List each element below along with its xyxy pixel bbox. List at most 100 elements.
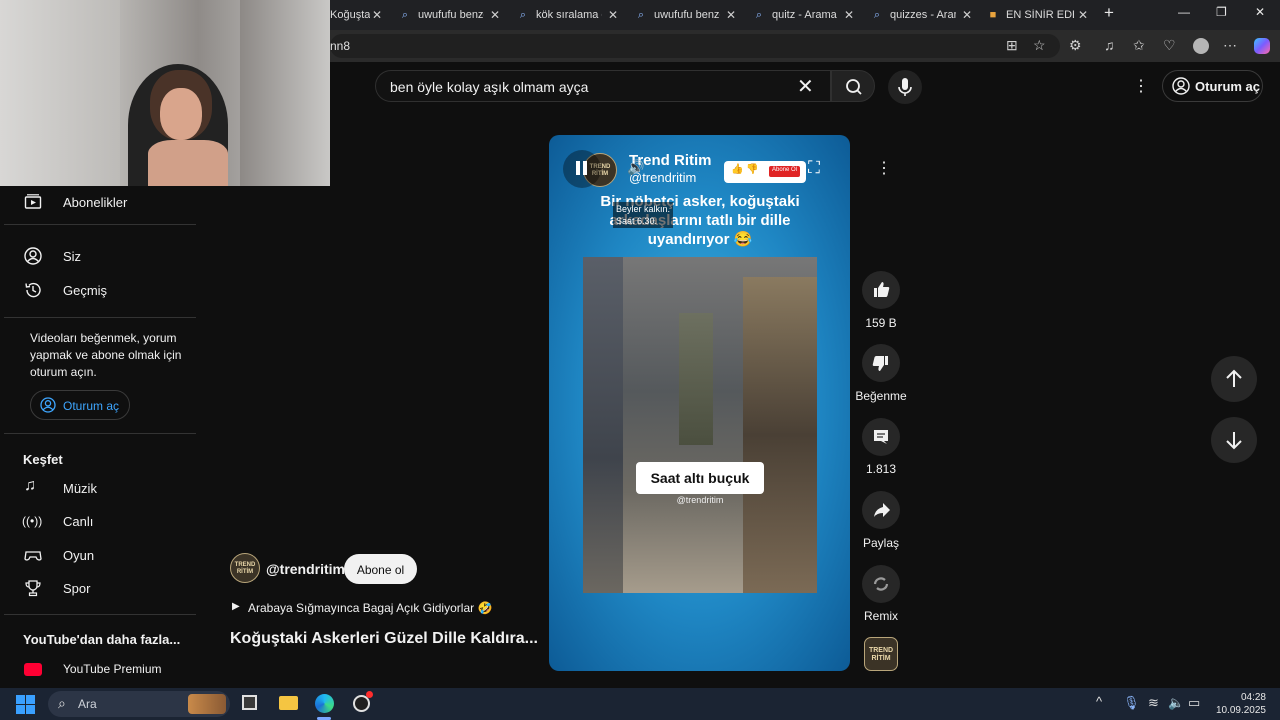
more-menu-icon[interactable]: ⋯	[1223, 37, 1237, 54]
share-icon	[874, 503, 890, 517]
wifi-icon[interactable]: ≋	[1148, 695, 1159, 711]
favorites-icon[interactable]: ✩	[1133, 37, 1145, 54]
music-link[interactable]: Arabaya Sığmayınca Bagaj Açık Gidiyorlar…	[248, 601, 492, 615]
speech-line: Saat 6.30.	[616, 216, 658, 226]
short-title[interactable]: Koğuştaki Askerleri Güzel Dille Kaldıra.…	[230, 630, 538, 648]
sign-in-button[interactable]: Oturum aç	[1162, 70, 1263, 102]
sidebar-item-sports[interactable]: Spor	[0, 572, 196, 604]
extensions-icon[interactable]: ⚙	[1069, 37, 1082, 54]
search-icon: ⌕	[519, 8, 527, 21]
browser-tab[interactable]: Koğuştaki ✕	[330, 4, 390, 26]
search-button[interactable]	[831, 70, 875, 102]
sidebar-item-history[interactable]: Geçmiş	[0, 274, 196, 306]
sidebar-item-premium[interactable]: YouTube Premium	[0, 654, 196, 686]
close-tab-icon[interactable]: ✕	[962, 8, 972, 22]
browser-tab[interactable]: ■ EN SİNİR EDEN ✕	[986, 4, 1096, 26]
sidebar-item-label: Siz	[63, 249, 82, 264]
search-icon: ⌕	[873, 8, 881, 21]
task-view-icon[interactable]	[242, 695, 257, 710]
sidebar-item-music[interactable]: ♫ Müzik	[0, 472, 196, 504]
next-short-button[interactable]	[1211, 417, 1257, 463]
divider	[4, 224, 196, 225]
tab-title: Koğuştaki	[330, 9, 370, 21]
address-bar[interactable]: nn8	[330, 34, 1060, 58]
like-button[interactable]	[862, 271, 900, 309]
chevron-up-icon[interactable]: ^	[1096, 694, 1102, 709]
subscribe-button[interactable]: Abone ol	[344, 554, 417, 584]
search-icon: ⌕	[401, 8, 409, 21]
sidebar-item-gaming[interactable]: Oyun	[0, 539, 196, 571]
shorts-player[interactable]: TREND RİTİM Trend Ritim @trendritim 👍 👎 …	[549, 135, 850, 671]
volume-icon[interactable]: 🔈	[1168, 695, 1184, 711]
channel-avatar[interactable]: TREND RİTİM	[230, 553, 260, 583]
search-icon: ⌕	[755, 8, 763, 21]
sidebar-item-live[interactable]: ((•)) Canlı	[0, 505, 196, 537]
dislike-button[interactable]	[862, 344, 900, 382]
profile-avatar[interactable]	[1193, 38, 1209, 54]
address-text: nn8	[330, 39, 351, 53]
battery-icon[interactable]: ▭	[1188, 695, 1200, 711]
more-from-youtube-heading: YouTube'dan daha fazla...	[23, 632, 181, 647]
close-tab-icon[interactable]: ✕	[490, 8, 500, 22]
close-tab-icon[interactable]: ✕	[726, 8, 736, 22]
short-more-icon[interactable]: ⋮	[876, 158, 892, 178]
tab-title: uwufufu benze	[418, 9, 484, 21]
clock[interactable]: 04:28 10.09.2025	[1212, 691, 1266, 717]
restore-icon[interactable]: ❐	[1216, 5, 1227, 19]
close-tab-icon[interactable]: ✕	[608, 8, 618, 22]
sidebar-sign-in-button[interactable]: Oturum aç	[30, 390, 130, 420]
minimize-icon[interactable]: —	[1178, 5, 1190, 19]
soldier-figure	[679, 313, 713, 445]
sidebar-item-subscriptions[interactable]: Abonelikler	[0, 186, 196, 218]
browser-essentials-icon[interactable]: ♡	[1163, 37, 1176, 54]
previous-short-button[interactable]	[1211, 356, 1257, 402]
browser-tab[interactable]: ⌕ uwufufu benze ✕	[634, 4, 744, 26]
close-tab-icon[interactable]: ✕	[844, 8, 854, 22]
speech-bubble: Beyler kalkın. Saat 6.30.	[613, 202, 674, 228]
comments-button[interactable]	[862, 418, 900, 456]
pause-button[interactable]	[563, 150, 601, 188]
divider	[4, 317, 196, 318]
volume-icon[interactable]: 🔊	[627, 159, 644, 176]
sidebar-item-you[interactable]: Siz	[0, 240, 196, 272]
app-grid-icon[interactable]: ⊞	[1006, 37, 1018, 54]
voice-search-button[interactable]	[888, 70, 922, 104]
webcam-overlay	[0, 0, 330, 186]
clear-search-icon[interactable]: ✕	[797, 74, 814, 99]
fullscreen-icon[interactable]: ⛶	[808, 158, 820, 178]
share-button[interactable]	[862, 491, 900, 529]
browser-tab[interactable]: ⌕ kök sıralama o ✕	[516, 4, 626, 26]
channel-handle-link[interactable]: @trendritim	[266, 561, 345, 577]
sidebar-sign-in-label: Oturum aç	[63, 399, 120, 413]
dislike-overlay-icon: 👎	[746, 164, 759, 175]
like-overlay-icon: 👍	[731, 164, 744, 175]
copilot-icon[interactable]	[1254, 38, 1270, 54]
clock-date: 10.09.2025	[1215, 705, 1266, 716]
search-input[interactable]: ben öyle kolay aşık olmam ayça	[375, 70, 831, 102]
browser-tab[interactable]: ⌕ uwufufu benze ✕	[398, 4, 508, 26]
sidebar-item-label: Spor	[63, 581, 91, 596]
edge-browser-icon[interactable]	[315, 694, 334, 713]
person-face	[160, 88, 202, 140]
start-button[interactable]	[16, 695, 35, 714]
read-aloud-icon[interactable]: ♫	[1104, 37, 1115, 53]
search-query: ben öyle kolay aşık olmam ayça	[390, 79, 589, 95]
comment-count: 1.813	[865, 462, 897, 476]
close-window-icon[interactable]: ✕	[1255, 5, 1265, 19]
close-tab-icon[interactable]: ✕	[1078, 8, 1088, 22]
new-tab-icon[interactable]: +	[1104, 3, 1114, 23]
taskbar-search[interactable]: ⌕ Ara	[48, 691, 230, 717]
taskbar-search-placeholder: Ara	[78, 697, 97, 711]
sound-source-thumbnail[interactable]: TREND RİTİM	[864, 637, 898, 671]
remix-button[interactable]	[862, 565, 900, 603]
speech-line: Beyler kalkın.	[616, 204, 671, 214]
close-tab-icon[interactable]: ✕	[372, 8, 382, 22]
more-options-icon[interactable]: ⋮	[1133, 76, 1149, 96]
microphone-icon[interactable]: 🎙	[1123, 695, 1140, 711]
browser-tab[interactable]: ⌕ quitz - Arama ✕	[752, 4, 862, 26]
tab-title: uwufufu benze	[654, 9, 720, 21]
favorite-star-icon[interactable]: ☆	[1033, 37, 1046, 54]
file-explorer-icon[interactable]	[279, 696, 298, 710]
browser-tab[interactable]: ⌕ quizzes - Aram ✕	[870, 4, 980, 26]
arrow-up-icon	[1226, 369, 1242, 387]
